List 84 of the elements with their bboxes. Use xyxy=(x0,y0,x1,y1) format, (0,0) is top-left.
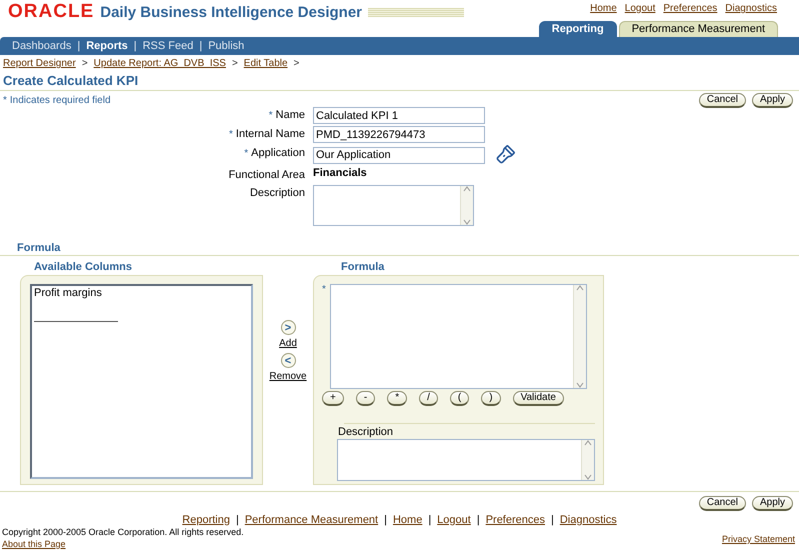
operator-button[interactable]: - xyxy=(356,391,376,406)
global-link[interactable]: Preferences xyxy=(663,3,718,16)
breadcrumb-link[interactable]: Edit Table xyxy=(244,58,288,69)
columns-listbox[interactable]: Profit margins xyxy=(30,284,253,479)
arrow-button[interactable]: > xyxy=(280,320,296,335)
action-button[interactable]: Cancel xyxy=(698,92,746,108)
description-field[interactable] xyxy=(337,439,595,481)
text-field[interactable]: Calculated KPI 1 xyxy=(313,107,485,124)
scrollbar[interactable] xyxy=(460,186,473,225)
required-mark: * xyxy=(244,148,248,159)
footer-link[interactable]: Preferences xyxy=(486,514,545,527)
link-separator: | xyxy=(551,514,554,527)
scroll-up-icon[interactable] xyxy=(463,186,471,192)
page-title: Create Calculated KPI xyxy=(0,70,799,91)
operator-button[interactable]: ) xyxy=(481,391,501,406)
scroll-down-icon[interactable] xyxy=(576,382,584,388)
copyright-text: Copyright 2000-2005 Oracle Corporation. All rights reserved. xyxy=(2,527,244,538)
required-mark: * xyxy=(229,129,233,140)
description-field[interactable] xyxy=(313,185,474,226)
section-title: Formula xyxy=(17,242,62,255)
operator-button[interactable]: / xyxy=(419,391,438,406)
text-field[interactable]: PMD_1139226794473 xyxy=(313,126,485,143)
required-mark: * xyxy=(268,110,273,121)
operator-button[interactable]: + xyxy=(322,391,344,406)
scroll-down-icon[interactable] xyxy=(584,474,592,480)
action-button[interactable]: Apply xyxy=(752,496,793,511)
nav-link[interactable]: Dashboards xyxy=(12,40,72,52)
arrow-button[interactable]: < xyxy=(280,353,296,368)
footer-link[interactable]: Diagnostics xyxy=(560,514,617,527)
required-mark: * xyxy=(322,284,327,297)
move-link[interactable]: Remove xyxy=(269,371,307,382)
tab[interactable]: Reporting xyxy=(538,21,617,37)
field-label: Functional Area xyxy=(228,169,305,181)
link-separator: | xyxy=(476,514,480,527)
global-link[interactable]: Home xyxy=(590,3,617,16)
link-separator: | xyxy=(428,514,432,527)
oracle-logo: ORACLE xyxy=(8,1,94,23)
breadcrumb-link[interactable]: Update Report: AG_DVB_ISS xyxy=(94,58,226,69)
breadcrumb-link[interactable]: Report Designer xyxy=(3,58,76,69)
field-label: Internal Name xyxy=(236,128,305,140)
scroll-down-icon[interactable] xyxy=(463,219,471,225)
action-button[interactable]: Cancel xyxy=(698,496,746,511)
nav-link[interactable]: Reports xyxy=(86,40,128,52)
panel-title: Formula xyxy=(340,260,386,275)
field-label: Name xyxy=(276,109,305,121)
footer-link[interactable]: Performance Measurement xyxy=(244,514,378,527)
field-value: Financials xyxy=(313,167,368,181)
action-button[interactable]: Apply xyxy=(752,92,793,108)
link-separator: | xyxy=(236,514,239,527)
scrollbar[interactable] xyxy=(581,440,594,480)
breadcrumb-separator: > xyxy=(294,58,300,69)
formula-field[interactable] xyxy=(330,284,587,389)
operator-button[interactable]: ( xyxy=(450,391,470,406)
link-separator: | xyxy=(384,514,387,527)
scroll-up-icon[interactable] xyxy=(584,440,592,446)
nav-link[interactable]: RSS Feed xyxy=(142,40,194,52)
global-link[interactable]: Diagnostics xyxy=(725,3,777,16)
list-option[interactable]: Profit margins xyxy=(34,287,249,299)
panel-title: Available Columns xyxy=(33,260,134,275)
operator-button[interactable]: * xyxy=(387,391,408,406)
move-link[interactable]: Add xyxy=(279,338,297,349)
nav-separator: | xyxy=(199,40,202,52)
footer-link[interactable]: Home xyxy=(392,514,422,527)
breadcrumb-separator: > xyxy=(82,58,88,69)
field-label: Application xyxy=(251,147,305,159)
required-mark: * xyxy=(3,95,7,106)
nav-separator: | xyxy=(77,40,80,52)
tab[interactable]: Performance Measurement xyxy=(618,21,778,37)
footer-link[interactable]: Reporting xyxy=(182,514,230,527)
about-link[interactable]: About this Page xyxy=(2,539,66,549)
scrollbar[interactable] xyxy=(573,285,586,388)
text-field[interactable]: Our Application xyxy=(313,146,485,164)
nav-link[interactable]: Publish xyxy=(208,40,244,52)
operator-button[interactable]: Validate xyxy=(512,391,564,406)
field-label: Description xyxy=(338,426,394,438)
global-link[interactable]: Logout xyxy=(624,3,656,16)
required-hint: Indicates required field xyxy=(10,95,111,106)
privacy-link[interactable]: Privacy Statement xyxy=(722,534,795,544)
field-label: Description xyxy=(250,187,305,199)
app-title: Daily Business Intelligence Designer xyxy=(100,4,362,20)
footer-link[interactable]: Logout xyxy=(437,514,471,527)
breadcrumb-separator: > xyxy=(232,58,238,69)
scroll-up-icon[interactable] xyxy=(576,285,584,291)
nav-separator: | xyxy=(134,40,137,52)
